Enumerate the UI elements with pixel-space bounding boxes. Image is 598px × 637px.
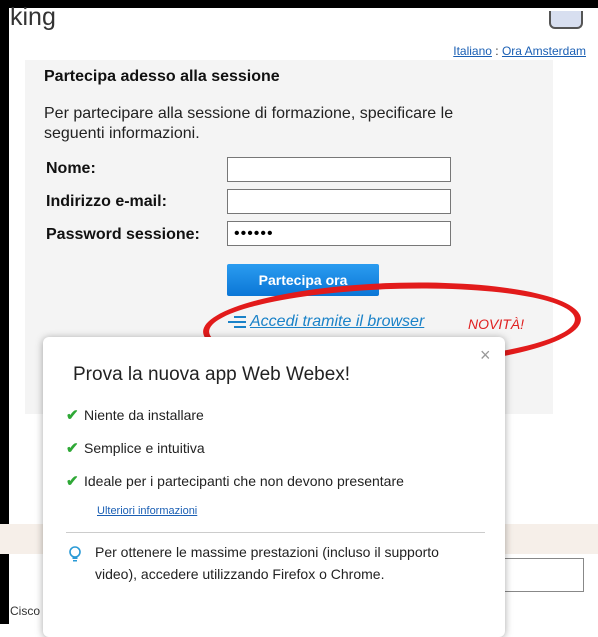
close-icon[interactable]: × (480, 346, 491, 364)
browser-tip: Per ottenere le massime prestazioni (inc… (95, 544, 439, 582)
password-field[interactable] (227, 221, 451, 246)
feature-label: Ideale per i partecipanti che non devono… (84, 473, 404, 489)
section-title: Partecipa adesso alla sessione (44, 68, 280, 85)
check-icon: ✔ (66, 473, 79, 490)
more-info-link[interactable]: Ulteriori informazioni (97, 505, 197, 517)
email-field[interactable] (227, 189, 451, 214)
popup-title: Prova la nuova app Web Webex! (73, 364, 351, 385)
feature-label: Niente da installare (84, 407, 204, 423)
background-field (500, 558, 584, 592)
feature-item: ✔ Semplice e intuitiva (66, 439, 205, 457)
check-icon: ✔ (66, 440, 79, 457)
window-icon[interactable] (549, 11, 583, 29)
timezone-link[interactable]: Ora Amsterdam (502, 44, 586, 58)
feature-label: Semplice e intuitiva (84, 440, 205, 456)
password-label: Password sessione: (46, 226, 200, 243)
lightbulb-icon (69, 546, 81, 562)
page-frame: king Italiano : Ora Amsterdam Partecipa … (0, 0, 598, 637)
language-link[interactable]: Italiano (453, 44, 492, 58)
popup-divider (66, 532, 485, 533)
name-label: Nome: (46, 160, 96, 177)
feature-item: ✔ Ideale per i partecipanti che non devon… (66, 472, 404, 490)
check-icon: ✔ (66, 407, 79, 424)
feature-item: ✔ Niente da installare (66, 406, 204, 424)
locale-bar: Italiano : Ora Amsterdam (453, 44, 586, 58)
locale-separator: : (491, 44, 502, 58)
intro-text: Per partecipare alla sessione di formazi… (44, 105, 454, 142)
name-field[interactable] (227, 157, 451, 182)
email-label: Indirizzo e-mail: (46, 193, 167, 210)
screen-border-top (0, 0, 598, 8)
brand-text: king (10, 3, 56, 31)
footer-text: Cisco \ (10, 604, 47, 618)
